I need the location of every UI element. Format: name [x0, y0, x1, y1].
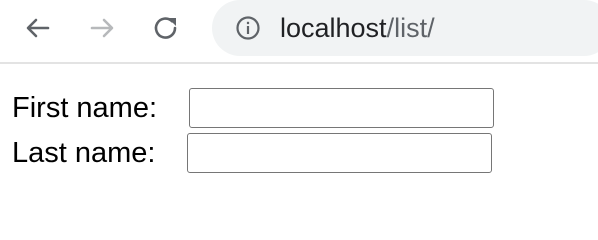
url-host: localhost	[280, 12, 387, 43]
last-name-row: Last name:	[12, 131, 155, 175]
forward-button[interactable]	[86, 12, 118, 44]
arrow-right-icon	[87, 13, 117, 43]
arrow-left-icon	[23, 13, 53, 43]
first-name-label: First name:	[12, 91, 158, 124]
address-bar[interactable]: localhost/list/	[212, 0, 598, 56]
info-icon[interactable]	[234, 14, 262, 42]
back-button[interactable]	[22, 12, 54, 44]
first-name-field[interactable]	[189, 88, 494, 128]
url-path: /list/	[386, 12, 435, 43]
first-name-row: First name:	[12, 86, 157, 130]
last-name-label: Last name:	[12, 136, 156, 169]
reload-icon	[151, 13, 181, 43]
reload-button[interactable]	[150, 12, 182, 44]
url-text: localhost/list/	[280, 12, 435, 43]
browser-toolbar: localhost/list/	[0, 0, 598, 64]
last-name-field[interactable]	[187, 133, 492, 173]
